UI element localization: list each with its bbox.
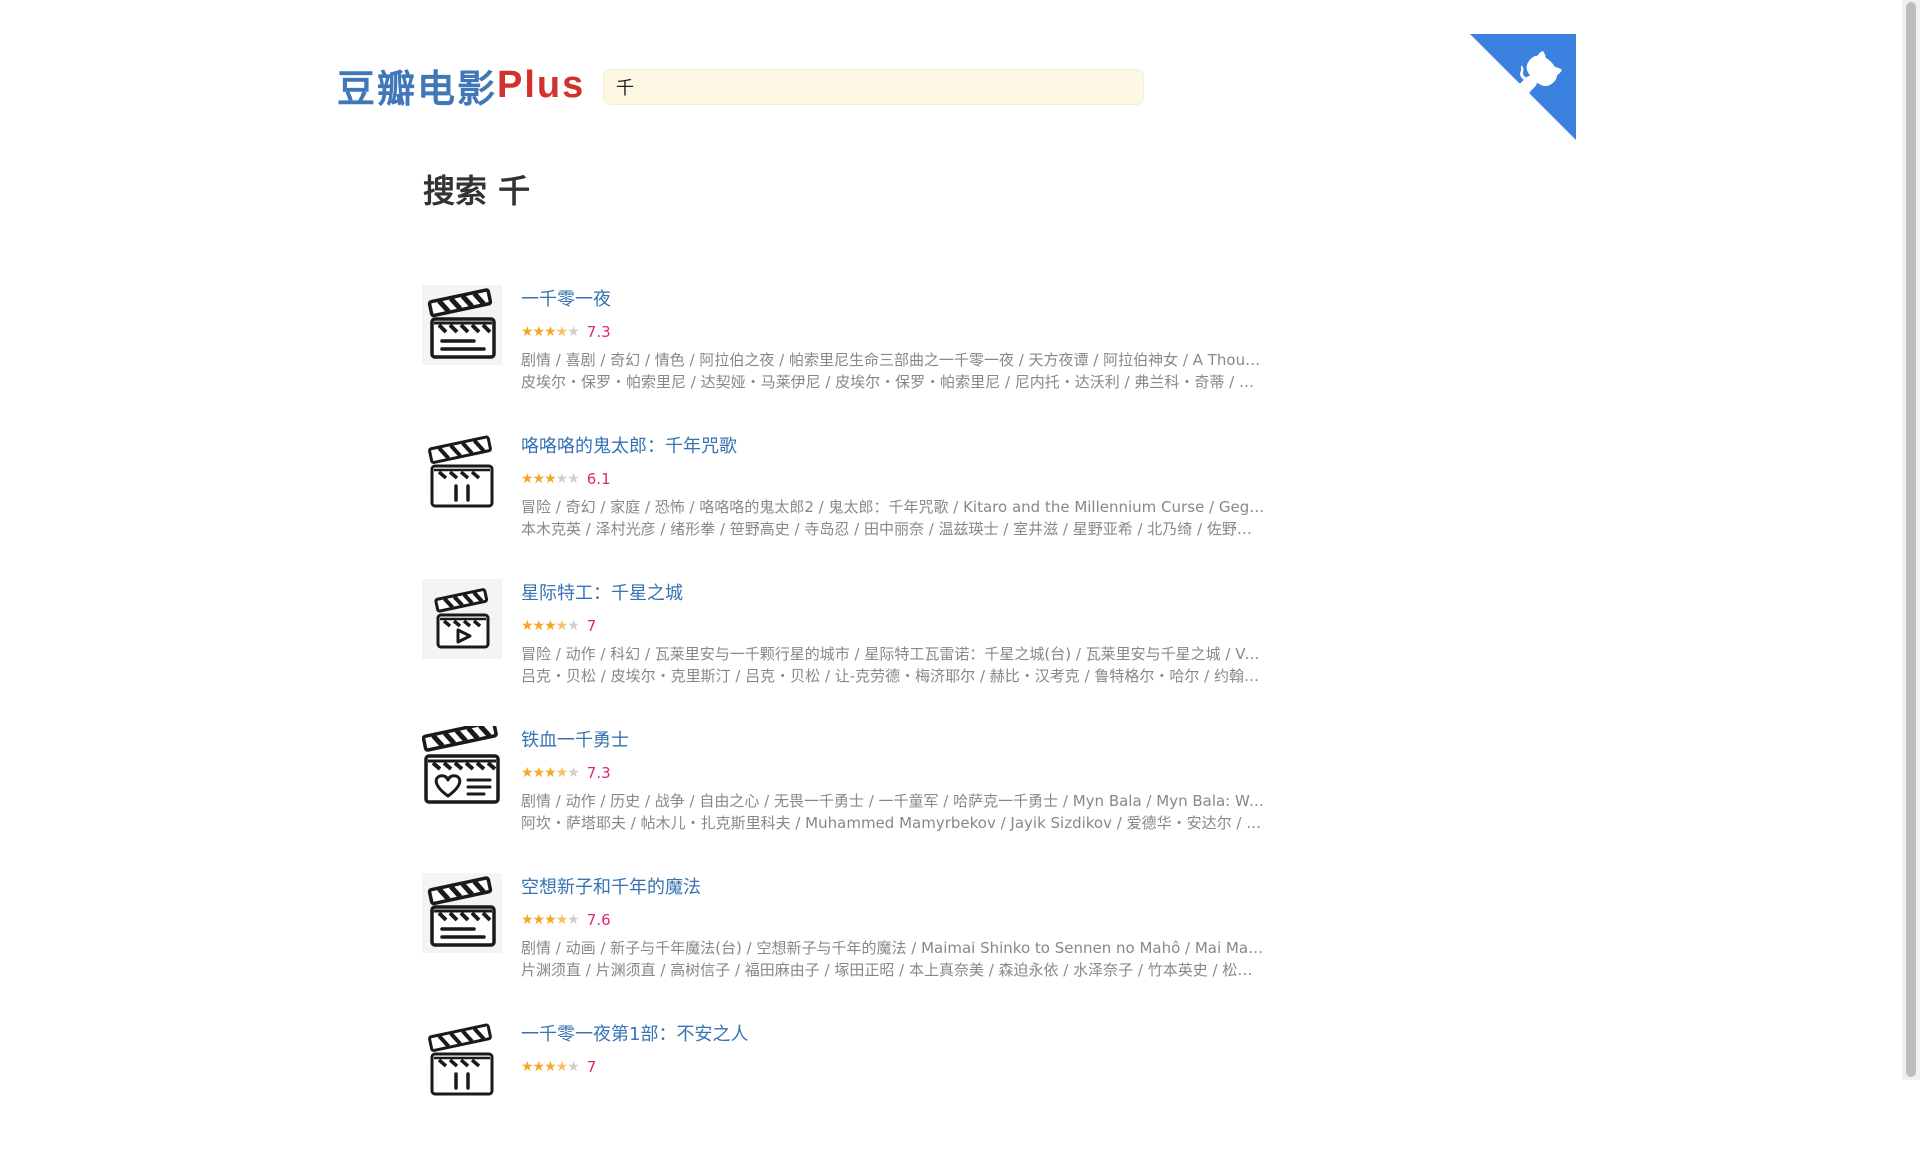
clapperboard-play-icon <box>422 579 502 659</box>
poster-thumbnail[interactable] <box>422 579 502 659</box>
movie-title-link[interactable]: 星际特工：千星之城 <box>521 583 1266 605</box>
star-rating: ★★★★★ <box>521 471 580 487</box>
poster-thumbnail[interactable] <box>422 726 502 806</box>
movie-tags: 剧情 / 动作 / 历史 / 战争 / 自由之心 / 无畏一千勇士 / 一千童军… <box>521 792 1266 810</box>
movie-tags: 剧情 / 喜剧 / 奇幻 / 情色 / 阿拉伯之夜 / 帕索里尼生命三部曲之一千… <box>521 351 1266 369</box>
star-rating: ★★★★★ <box>521 1059 580 1075</box>
movie-title-link[interactable]: 咯咯咯的鬼太郎：千年咒歌 <box>521 436 1266 458</box>
clapperboard-doc-icon <box>422 873 502 953</box>
movie-cast: 皮埃尔・保罗・帕索里尼 / 达契娅・马莱伊尼 / 皮埃尔・保罗・帕索里尼 / 尼… <box>521 373 1266 391</box>
movie-title-link[interactable]: 一千零一夜 <box>521 289 1266 311</box>
movie-tags: 冒险 / 奇幻 / 家庭 / 恐怖 / 咯咯咯的鬼太郎2 / 鬼太郎：千年咒歌 … <box>521 498 1266 516</box>
result-item: 星际特工：千星之城 ★★★★★ 7 冒险 / 动作 / 科幻 / 瓦莱里安与一千… <box>422 579 1272 726</box>
rating-score: 7 <box>586 1058 597 1076</box>
result-item: 空想新子和千年的魔法 ★★★★★ 7.6 剧情 / 动画 / 新子与千年魔法(台… <box>422 873 1272 1020</box>
search-results-list: 一千零一夜 ★★★★★ 7.3 剧情 / 喜剧 / 奇幻 / 情色 / 阿拉伯之… <box>422 285 1272 1167</box>
result-item: 一千零一夜第1部：不安之人 ★★★★★ 7 <box>422 1020 1272 1167</box>
poster-thumbnail[interactable] <box>422 285 502 365</box>
scrollbar-thumb[interactable] <box>1906 2 1916 1077</box>
result-item: 咯咯咯的鬼太郎：千年咒歌 ★★★★★ 6.1 冒险 / 奇幻 / 家庭 / 恐怖… <box>422 432 1272 579</box>
clapperboard-pause-icon <box>422 1020 502 1100</box>
clapperboard-doc-icon <box>422 285 502 365</box>
star-rating: ★★★★★ <box>521 618 580 634</box>
movie-title-link[interactable]: 铁血一千勇士 <box>521 730 1266 752</box>
logo-text: 豆瓣电影 <box>337 65 498 111</box>
poster-thumbnail[interactable] <box>422 432 502 512</box>
rating-score: 7.6 <box>586 911 611 929</box>
movie-tags: 剧情 / 动画 / 新子与千年魔法(台) / 空想新子与千年的魔法 / Maim… <box>521 939 1266 957</box>
rating-score: 6.1 <box>586 470 611 488</box>
rating-score: 7.3 <box>586 764 611 782</box>
result-item: 一千零一夜 ★★★★★ 7.3 剧情 / 喜剧 / 奇幻 / 情色 / 阿拉伯之… <box>422 285 1272 432</box>
poster-thumbnail[interactable] <box>422 1020 502 1100</box>
movie-title-link[interactable]: 空想新子和千年的魔法 <box>521 877 1266 899</box>
star-rating: ★★★★★ <box>521 324 580 340</box>
movie-cast: 片渊须直 / 片渊须直 / 高树信子 / 福田麻由子 / 塚田正昭 / 本上真奈… <box>521 961 1266 979</box>
movie-cast: 阿坎・萨塔耶夫 / 帖木儿・扎克斯里科夫 / Muhammed Mamyrbek… <box>521 814 1266 832</box>
logo-plus: Plus <box>497 63 586 106</box>
movie-tags: 冒险 / 动作 / 科幻 / 瓦莱里安与一千颗行星的城市 / 星际特工瓦雷诺：千… <box>521 645 1266 663</box>
page-scrollbar[interactable] <box>1902 0 1920 1080</box>
star-rating: ★★★★★ <box>521 765 580 781</box>
movie-cast: 吕克・贝松 / 皮埃尔・克里斯汀 / 吕克・贝松 / 让-克劳德・梅济耶尔 / … <box>521 667 1266 685</box>
rating-score: 7 <box>586 617 597 635</box>
rating-score: 7.3 <box>586 323 611 341</box>
movie-title-link[interactable]: 一千零一夜第1部：不安之人 <box>521 1024 1266 1046</box>
result-item: 铁血一千勇士 ★★★★★ 7.3 剧情 / 动作 / 历史 / 战争 / 自由之… <box>422 726 1272 873</box>
site-logo[interactable]: 豆瓣电影 Plus <box>337 60 586 111</box>
clapperboard-heart-icon <box>422 726 502 806</box>
poster-thumbnail[interactable] <box>422 873 502 953</box>
star-rating: ★★★★★ <box>521 912 580 928</box>
github-corner-link[interactable] <box>1470 34 1576 140</box>
github-octocat-icon <box>1470 34 1576 140</box>
movie-cast: 本木克英 / 泽村光彦 / 绪形拳 / 笹野高史 / 寺岛忍 / 田中丽奈 / … <box>521 520 1266 538</box>
page-title: 搜索 千 <box>423 172 531 210</box>
search-input[interactable] <box>603 69 1144 105</box>
clapperboard-pause-icon <box>422 432 502 512</box>
